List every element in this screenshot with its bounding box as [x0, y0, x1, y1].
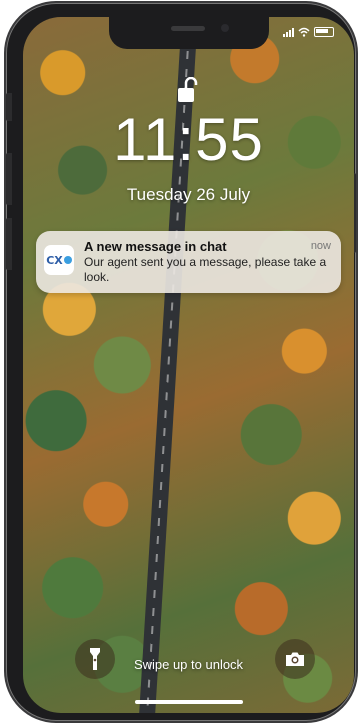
status-bar-icons: [283, 27, 334, 37]
volume-up-button: [6, 153, 12, 205]
notification-title: A new message in chat: [84, 239, 227, 254]
notification-time: now: [310, 240, 331, 252]
wifi-icon: [298, 27, 310, 37]
phone-frame: 11:55 Tuesday 26 July CX A new message i…: [6, 3, 356, 721]
camera-icon: [286, 652, 304, 666]
camera-button[interactable]: [275, 639, 315, 679]
home-indicator[interactable]: [135, 700, 243, 704]
app-icon-dot: [63, 256, 72, 264]
front-camera: [221, 24, 229, 32]
app-icon: CX: [44, 245, 74, 275]
battery-icon: [314, 27, 334, 37]
notch: [109, 17, 269, 49]
app-icon-label: CX: [46, 253, 63, 267]
chat-notification[interactable]: CX A new message in chat now Our agent s…: [36, 231, 341, 293]
mute-switch: [6, 93, 12, 121]
notification-body: Our agent sent you a message, please tak…: [84, 255, 327, 284]
lock-screen-date: Tuesday 26 July: [126, 185, 251, 204]
volume-down-button: [6, 218, 12, 270]
cellular-signal-icon: [283, 27, 294, 37]
lock-screen-time: 11:55: [113, 106, 264, 173]
lock-screen: 11:55 Tuesday 26 July CX A new message i…: [23, 17, 354, 713]
speaker-grille: [171, 26, 205, 31]
unlocked-padlock-icon: [178, 77, 198, 102]
